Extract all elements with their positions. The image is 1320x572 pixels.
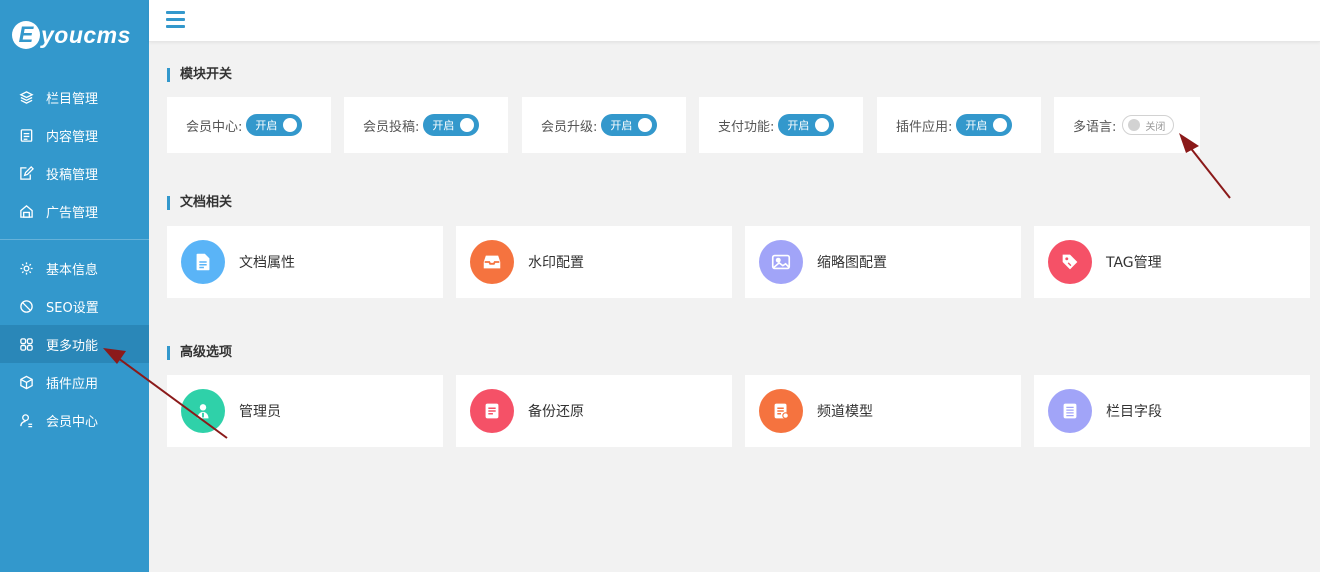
thumbnail-config-card[interactable]: 缩略图配置 <box>745 226 1021 298</box>
switch-label: 多语言: <box>1073 119 1117 135</box>
no-entry-icon <box>20 299 33 313</box>
sidebar-item-label: 广告管理 <box>46 205 99 221</box>
sidebar-group-content: 栏目管理 内容管理 投稿管理 广告管理 <box>0 70 149 230</box>
backup-icon <box>470 389 514 433</box>
file-icon <box>181 240 225 284</box>
card-label: 管理员 <box>239 404 281 420</box>
card-label: 缩略图配置 <box>817 255 887 271</box>
sidebar-item-label: 内容管理 <box>46 129 99 145</box>
sidebar-item-label: 投稿管理 <box>46 167 99 183</box>
toggle-state: 开启 <box>255 119 278 132</box>
sidebar-item-column-manage[interactable]: 栏目管理 <box>0 78 149 116</box>
switch-label: 支付功能: <box>718 119 775 135</box>
menu-toggle-icon[interactable] <box>166 11 185 28</box>
switch-card-member-submission: 会员投稿: 开启 <box>344 97 508 153</box>
plugins-toggle[interactable]: 开启 <box>956 114 1013 136</box>
switch-card-member-upgrade: 会员升级: 开启 <box>522 97 686 153</box>
switch-label: 会员中心: <box>186 119 243 135</box>
sidebar-item-seo[interactable]: SEO设置 <box>0 287 149 325</box>
section-title-advanced: 高级选项 <box>167 346 232 360</box>
tag-manage-card[interactable]: TAG管理 <box>1034 226 1310 298</box>
sidebar-item-label: 栏目管理 <box>46 91 99 107</box>
user-icon <box>20 413 33 427</box>
sidebar: E youcms 栏目管理 内容管理 投稿管理 广告管理 基本信息 SEO设置 <box>0 0 149 572</box>
topbar <box>149 0 1320 42</box>
switch-card-payment: 支付功能: 开启 <box>699 97 863 153</box>
switch-label: 会员升级: <box>541 119 598 135</box>
channel-icon <box>759 389 803 433</box>
logo-text: youcms <box>41 21 131 48</box>
logo-mark: E <box>12 21 40 49</box>
document-icon <box>20 128 33 142</box>
megaphone-icon <box>20 204 33 218</box>
switch-label: 会员投稿: <box>363 119 420 135</box>
watermark-config-card[interactable]: 水印配置 <box>456 226 732 298</box>
member-center-toggle[interactable]: 开启 <box>246 114 303 136</box>
backup-restore-card[interactable]: 备份还原 <box>456 375 732 447</box>
toggle-state: 开启 <box>432 119 455 132</box>
admin-card[interactable]: 管理员 <box>167 375 443 447</box>
switch-card-plugins: 插件应用: 开启 <box>877 97 1041 153</box>
image-icon <box>759 240 803 284</box>
card-label: 频道模型 <box>817 404 873 420</box>
sidebar-item-plugins[interactable]: 插件应用 <box>0 363 149 401</box>
sidebar-item-more-functions[interactable]: 更多功能 <box>0 325 149 363</box>
channel-model-card[interactable]: 频道模型 <box>745 375 1021 447</box>
inbox-icon <box>470 240 514 284</box>
edit-icon <box>20 165 34 180</box>
toggle-state: 开启 <box>787 119 810 132</box>
member-submission-toggle[interactable]: 开启 <box>423 114 480 136</box>
layers-icon <box>19 90 34 104</box>
card-label: 栏目字段 <box>1106 404 1162 420</box>
doc-attributes-card[interactable]: 文档属性 <box>167 226 443 298</box>
sidebar-item-basic-info[interactable]: 基本信息 <box>0 249 149 287</box>
card-label: 备份还原 <box>528 404 584 420</box>
grid-icon <box>20 337 33 351</box>
payment-toggle[interactable]: 开启 <box>778 114 835 136</box>
card-label: TAG管理 <box>1106 255 1162 271</box>
sidebar-item-label: 基本信息 <box>46 262 99 278</box>
sidebar-item-content-manage[interactable]: 内容管理 <box>0 116 149 154</box>
section-title-modules: 模块开关 <box>167 68 232 82</box>
toggle-state: 关闭 <box>1145 121 1166 133</box>
sidebar-item-label: 会员中心 <box>46 414 99 430</box>
toggle-state: 开启 <box>610 119 633 132</box>
member-upgrade-toggle[interactable]: 开启 <box>601 114 658 136</box>
switch-card-multilanguage: 多语言: 关闭 <box>1054 97 1200 153</box>
switch-label: 插件应用: <box>896 119 953 135</box>
tag-icon <box>1048 240 1092 284</box>
gear-icon <box>20 261 33 275</box>
card-label: 水印配置 <box>528 255 584 271</box>
column-fields-card[interactable]: 栏目字段 <box>1034 375 1310 447</box>
sidebar-group-settings: 基本信息 SEO设置 更多功能 插件应用 会员中心 <box>0 240 149 439</box>
section-title-documents: 文档相关 <box>167 196 232 210</box>
sidebar-item-label: 更多功能 <box>46 338 99 354</box>
multilanguage-toggle[interactable]: 关闭 <box>1122 115 1175 135</box>
sidebar-item-member-center[interactable]: 会员中心 <box>0 401 149 439</box>
sidebar-item-label: 插件应用 <box>46 376 99 392</box>
list-icon <box>1048 389 1092 433</box>
toggle-state: 开启 <box>965 119 988 132</box>
sidebar-item-label: SEO设置 <box>46 300 99 316</box>
sidebar-item-ad-manage[interactable]: 广告管理 <box>0 192 149 230</box>
logo[interactable]: E youcms <box>0 0 149 70</box>
admin-icon <box>181 389 225 433</box>
card-label: 文档属性 <box>239 255 295 271</box>
switch-card-member-center: 会员中心: 开启 <box>167 97 331 153</box>
sidebar-item-submission-manage[interactable]: 投稿管理 <box>0 154 149 192</box>
cube-icon <box>20 375 33 389</box>
